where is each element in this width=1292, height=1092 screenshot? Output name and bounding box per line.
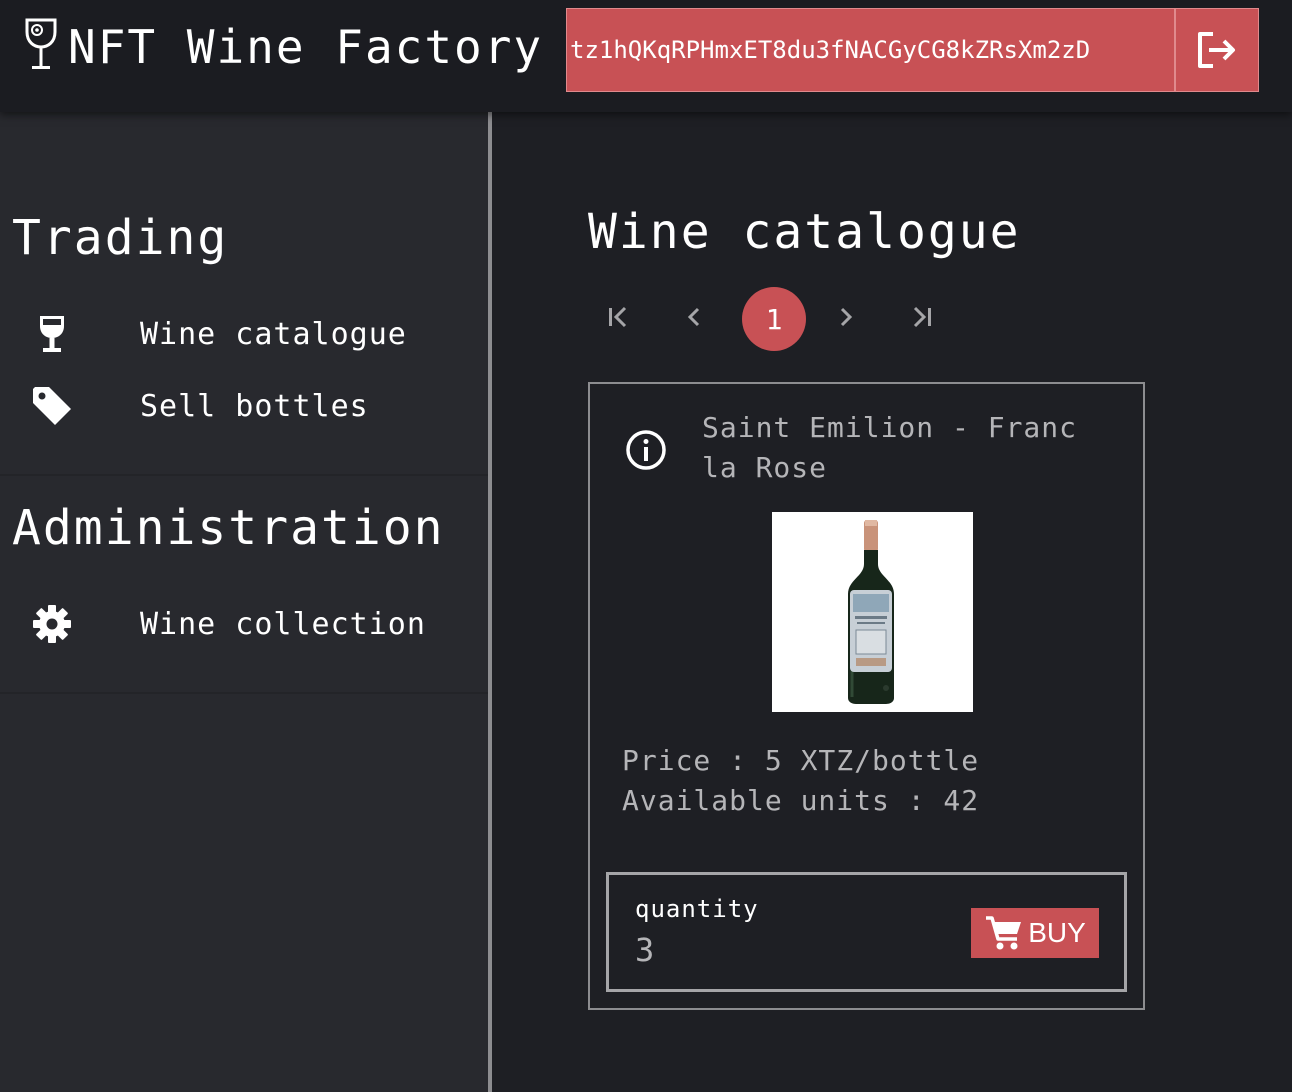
wine-price: Price : 5 XTZ/bottle xyxy=(622,744,980,777)
pagination: 1 xyxy=(588,282,988,352)
wine-glass-logo-icon xyxy=(25,18,57,69)
quantity-input[interactable]: 3 xyxy=(635,931,654,969)
first-page-button[interactable] xyxy=(588,287,648,347)
wine-available-units: Available units : 42 xyxy=(622,784,980,817)
quantity-label: quantity xyxy=(635,895,759,923)
shopping-cart-icon xyxy=(986,916,1022,950)
logout-icon xyxy=(1198,32,1236,68)
previous-page-button[interactable] xyxy=(664,287,724,347)
buy-button[interactable]: BUY xyxy=(971,908,1099,958)
info-icon[interactable] xyxy=(624,428,668,472)
section-heading-administration: Administration xyxy=(12,500,445,556)
sidebar-item-label: Wine collection xyxy=(140,606,426,642)
gear-icon xyxy=(30,602,74,646)
app-header: NFT Wine Factory tz1hQKqRPHmxET8du3fNACG… xyxy=(0,0,1292,112)
sidebar-divider xyxy=(0,474,488,476)
last-page-button[interactable] xyxy=(892,287,952,347)
sidebar-item-label: Wine catalogue xyxy=(140,316,407,352)
sidebar-item-label: Sell bottles xyxy=(140,388,369,424)
first-page-icon xyxy=(609,306,627,328)
next-page-icon xyxy=(840,307,853,327)
account-address[interactable]: tz1hQKqRPHmxET8du3fNACGyCG8kZRsXm2zD xyxy=(567,9,1174,91)
previous-page-icon xyxy=(687,307,700,327)
main-content: Wine catalogue 1 Saint Emilion - Franc l… xyxy=(492,112,1292,1092)
app-title: NFT Wine Factory xyxy=(68,20,544,74)
sidebar-divider xyxy=(0,692,488,694)
buy-form: quantity 3 BUY xyxy=(606,872,1127,992)
sidebar-item-wine-collection[interactable]: Wine collection xyxy=(0,594,488,654)
wine-glass-icon xyxy=(30,312,74,356)
current-page-button[interactable]: 1 xyxy=(742,287,806,351)
buy-button-label: BUY xyxy=(1028,917,1086,948)
next-page-button[interactable] xyxy=(816,287,876,347)
last-page-icon xyxy=(913,306,931,328)
page-title: Wine catalogue xyxy=(588,204,1021,260)
sidebar: Trading Wine catalogue Sell bottles Admi… xyxy=(0,112,488,1092)
section-heading-trading: Trading xyxy=(12,210,229,266)
sidebar-item-sell-bottles[interactable]: Sell bottles xyxy=(0,376,488,436)
wine-bottle-image xyxy=(772,512,973,712)
wine-name: Saint Emilion - Franc la Rose xyxy=(702,411,1078,484)
sidebar-item-wine-catalogue[interactable]: Wine catalogue xyxy=(0,304,488,364)
wine-card: Saint Emilion - Franc la Rose Price : 5 … xyxy=(588,382,1145,1010)
logout-button[interactable] xyxy=(1174,9,1258,91)
account-box: tz1hQKqRPHmxET8du3fNACGyCG8kZRsXm2zD xyxy=(566,8,1259,92)
tag-icon xyxy=(30,384,74,428)
